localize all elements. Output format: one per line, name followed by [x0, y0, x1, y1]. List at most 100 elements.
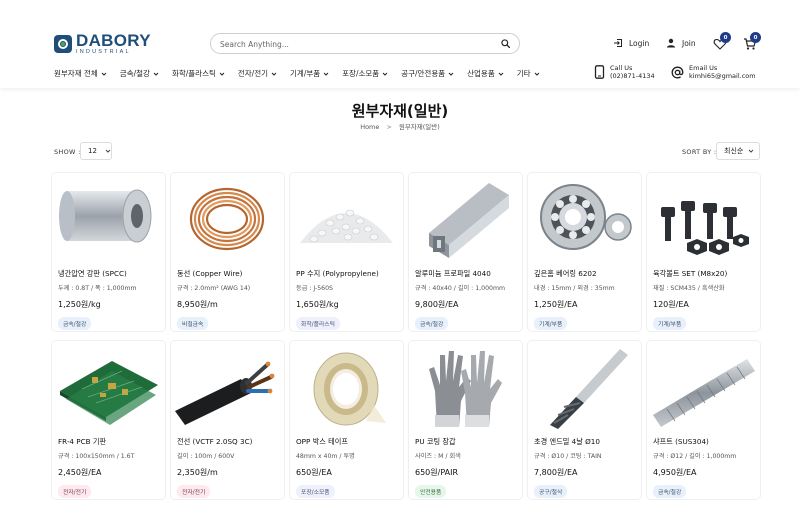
category-tag[interactable]: 포장/소모품 [296, 485, 335, 498]
product-image-bearing[interactable] [528, 173, 641, 263]
product-image-alu-profile[interactable] [409, 173, 522, 263]
show-count-select[interactable]: 12 [80, 142, 112, 160]
category-tag[interactable]: 화학/플라스틱 [296, 317, 340, 330]
product-card[interactable]: PP 수지 (Polypropylene) 등급 : J-560S 1,650원… [290, 173, 403, 331]
page-title: 원부자재(일반) [351, 102, 449, 120]
product-name[interactable]: OPP 박스 테이프 [296, 437, 399, 447]
at-sign-icon [671, 66, 684, 79]
product-name[interactable]: 육각볼트 SET (M8x20) [653, 269, 756, 279]
nav-item-electric[interactable]: 전자/전기 [238, 68, 277, 79]
chevron-down-icon [448, 72, 454, 76]
product-spec: 규격 : Ø12 / 길이 : 1,000mm [653, 453, 737, 460]
nav-label: 원부자재 전체 [54, 69, 98, 78]
product-name[interactable]: 알루미늄 프로파일 4040 [415, 269, 518, 279]
product-card[interactable]: 육각볼트 SET (M8x20) 재질 : SCM435 / 흑색산화 120원… [647, 173, 760, 331]
product-price: 1,250원/EA [534, 300, 578, 309]
nav-item-all[interactable]: 원부자재 전체 [54, 68, 107, 79]
nav-item-chemical[interactable]: 화학/플라스틱 [172, 68, 225, 79]
category-tag[interactable]: 공구/절삭 [534, 485, 568, 498]
product-image-pp-pellets[interactable] [290, 173, 403, 263]
nav-label: 금속/철강 [119, 69, 150, 78]
product-name[interactable]: 냉간압연 강판 (SPCC) [58, 269, 161, 279]
category-tag[interactable]: 기계/부품 [534, 317, 568, 330]
nav-item-packaging[interactable]: 포장/소모품 [342, 68, 388, 79]
product-name[interactable]: 초경 엔드밀 4날 Ø10 [534, 437, 637, 447]
product-spec: 사이즈 : M / 회색 [415, 453, 461, 460]
product-card[interactable]: 초경 엔드밀 4날 Ø10 규격 : Ø10 / 코팅 : TAIN 7,800… [528, 341, 641, 499]
chevron-down-icon [498, 72, 504, 76]
product-spec: 규격 : 40x40 / 길이 : 1,000mm [415, 285, 506, 292]
email-us[interactable]: Email Us kimhi65@gmail.com [671, 64, 756, 81]
product-spec: 길이 : 100m / 600V [177, 453, 235, 460]
breadcrumb-separator: > [386, 123, 392, 131]
category-nav: 원부자재 전체 금속/철강 화학/플라스틱 전자/전기 기계/부품 포장/소모품… [54, 68, 553, 79]
category-tag[interactable]: 기계/부품 [653, 317, 687, 330]
product-price: 1,650원/kg [296, 300, 339, 309]
nav-label: 기타 [516, 69, 531, 78]
search-bar [210, 33, 520, 54]
search-input[interactable] [220, 37, 490, 51]
product-image-tape[interactable] [290, 341, 403, 431]
product-name[interactable]: 전선 (VCTF 2.0SQ 3C) [177, 437, 280, 447]
chevron-down-icon [534, 72, 539, 76]
nav-item-machine[interactable]: 기계/부품 [290, 68, 329, 79]
product-image-shaft[interactable] [647, 341, 760, 431]
join-link[interactable]: Join [666, 38, 696, 48]
product-card[interactable]: 깊은홈 베어링 6202 내경 : 15mm / 외경 : 35mm 1,250… [528, 173, 641, 331]
product-image-cable[interactable] [171, 341, 284, 431]
category-tag[interactable]: 전자/전기 [58, 485, 92, 498]
product-spec: 등급 : J-560S [296, 285, 333, 292]
product-spec: 48mm x 40m / 투명 [296, 453, 355, 460]
product-price: 7,800원/EA [534, 468, 578, 477]
product-name[interactable]: PU 코팅 장갑 [415, 437, 518, 447]
product-image-bolts[interactable] [647, 173, 760, 263]
brand-logo[interactable]: DABORY INDUSTRIAL [54, 32, 151, 56]
product-card[interactable]: 동선 (Copper Wire) 규격 : 2.0mm² (AWG 14) 8,… [171, 173, 284, 331]
sort-value: 최신순 [724, 147, 744, 155]
product-image-copper-wire[interactable] [171, 173, 284, 263]
chevron-down-icon [323, 72, 329, 76]
category-tag[interactable]: 금속/철강 [415, 317, 449, 330]
product-spec: 재질 : SCM435 / 흑색산화 [653, 285, 725, 292]
product-image-pcb[interactable] [52, 341, 165, 431]
product-name[interactable]: 동선 (Copper Wire) [177, 269, 280, 279]
product-card[interactable]: FR-4 PCB 기판 규격 : 100x150mm / 1.6T 2,450원… [52, 341, 165, 499]
product-card[interactable]: 전선 (VCTF 2.0SQ 3C) 길이 : 100m / 600V 2,35… [171, 341, 284, 499]
product-card[interactable]: 알루미늄 프로파일 4040 규격 : 40x40 / 길이 : 1,000mm… [409, 173, 522, 331]
product-name[interactable]: PP 수지 (Polypropylene) [296, 269, 399, 279]
product-card[interactable]: 샤프트 (SUS304) 규격 : Ø12 / 길이 : 1,000mm 4,9… [647, 341, 760, 499]
search-icon[interactable] [501, 39, 510, 48]
product-image-steel-coil[interactable] [52, 173, 165, 263]
category-tag[interactable]: 전자/전기 [177, 485, 211, 498]
breadcrumb-home[interactable]: Home [360, 123, 379, 131]
product-name[interactable]: FR-4 PCB 기판 [58, 437, 161, 447]
nav-item-metal[interactable]: 금속/철강 [120, 68, 159, 79]
nav-item-industrial[interactable]: 산업용품 [467, 68, 504, 79]
category-tag[interactable]: 비철금속 [177, 317, 209, 330]
user-icon [667, 38, 675, 48]
login-link[interactable]: Login [613, 38, 649, 48]
phone-icon [594, 65, 605, 80]
sort-select[interactable]: 최신순 [716, 142, 760, 160]
product-card[interactable]: OPP 박스 테이프 48mm x 40m / 투명 650원/EA 포장/소모… [290, 341, 403, 499]
product-name[interactable]: 깊은홈 베어링 6202 [534, 269, 637, 279]
product-image-endmill[interactable] [528, 341, 641, 431]
join-label: Join [682, 38, 696, 48]
product-name[interactable]: 샤프트 (SUS304) [653, 437, 756, 447]
site-header: DABORY INDUSTRIAL Login Join 0 [0, 0, 800, 88]
nav-item-etc[interactable]: 기타 [517, 68, 540, 79]
product-image-gloves[interactable] [409, 341, 522, 431]
cart-count-badge: 0 [750, 32, 761, 43]
product-card[interactable]: 냉간압연 강판 (SPCC) 두께 : 0.8T / 폭 : 1,000mm 1… [52, 173, 165, 331]
product-spec: 규격 : 2.0mm² (AWG 14) [177, 285, 251, 292]
nav-item-tools[interactable]: 공구/안전용품 [401, 68, 454, 79]
category-tag[interactable]: 안전용품 [415, 485, 447, 498]
category-tag[interactable]: 금속/철강 [653, 485, 687, 498]
category-tag[interactable]: 금속/철강 [58, 317, 92, 330]
brand-subtitle: INDUSTRIAL [76, 49, 131, 55]
product-card[interactable]: PU 코팅 장갑 사이즈 : M / 회색 650원/PAIR 안전용품 [409, 341, 522, 499]
product-spec: 규격 : Ø10 / 코팅 : TAIN [534, 453, 602, 460]
call-us[interactable]: Call Us (02)871-4134 [594, 64, 655, 81]
product-price: 650원/EA [296, 468, 332, 477]
product-price: 4,950원/EA [653, 468, 697, 477]
